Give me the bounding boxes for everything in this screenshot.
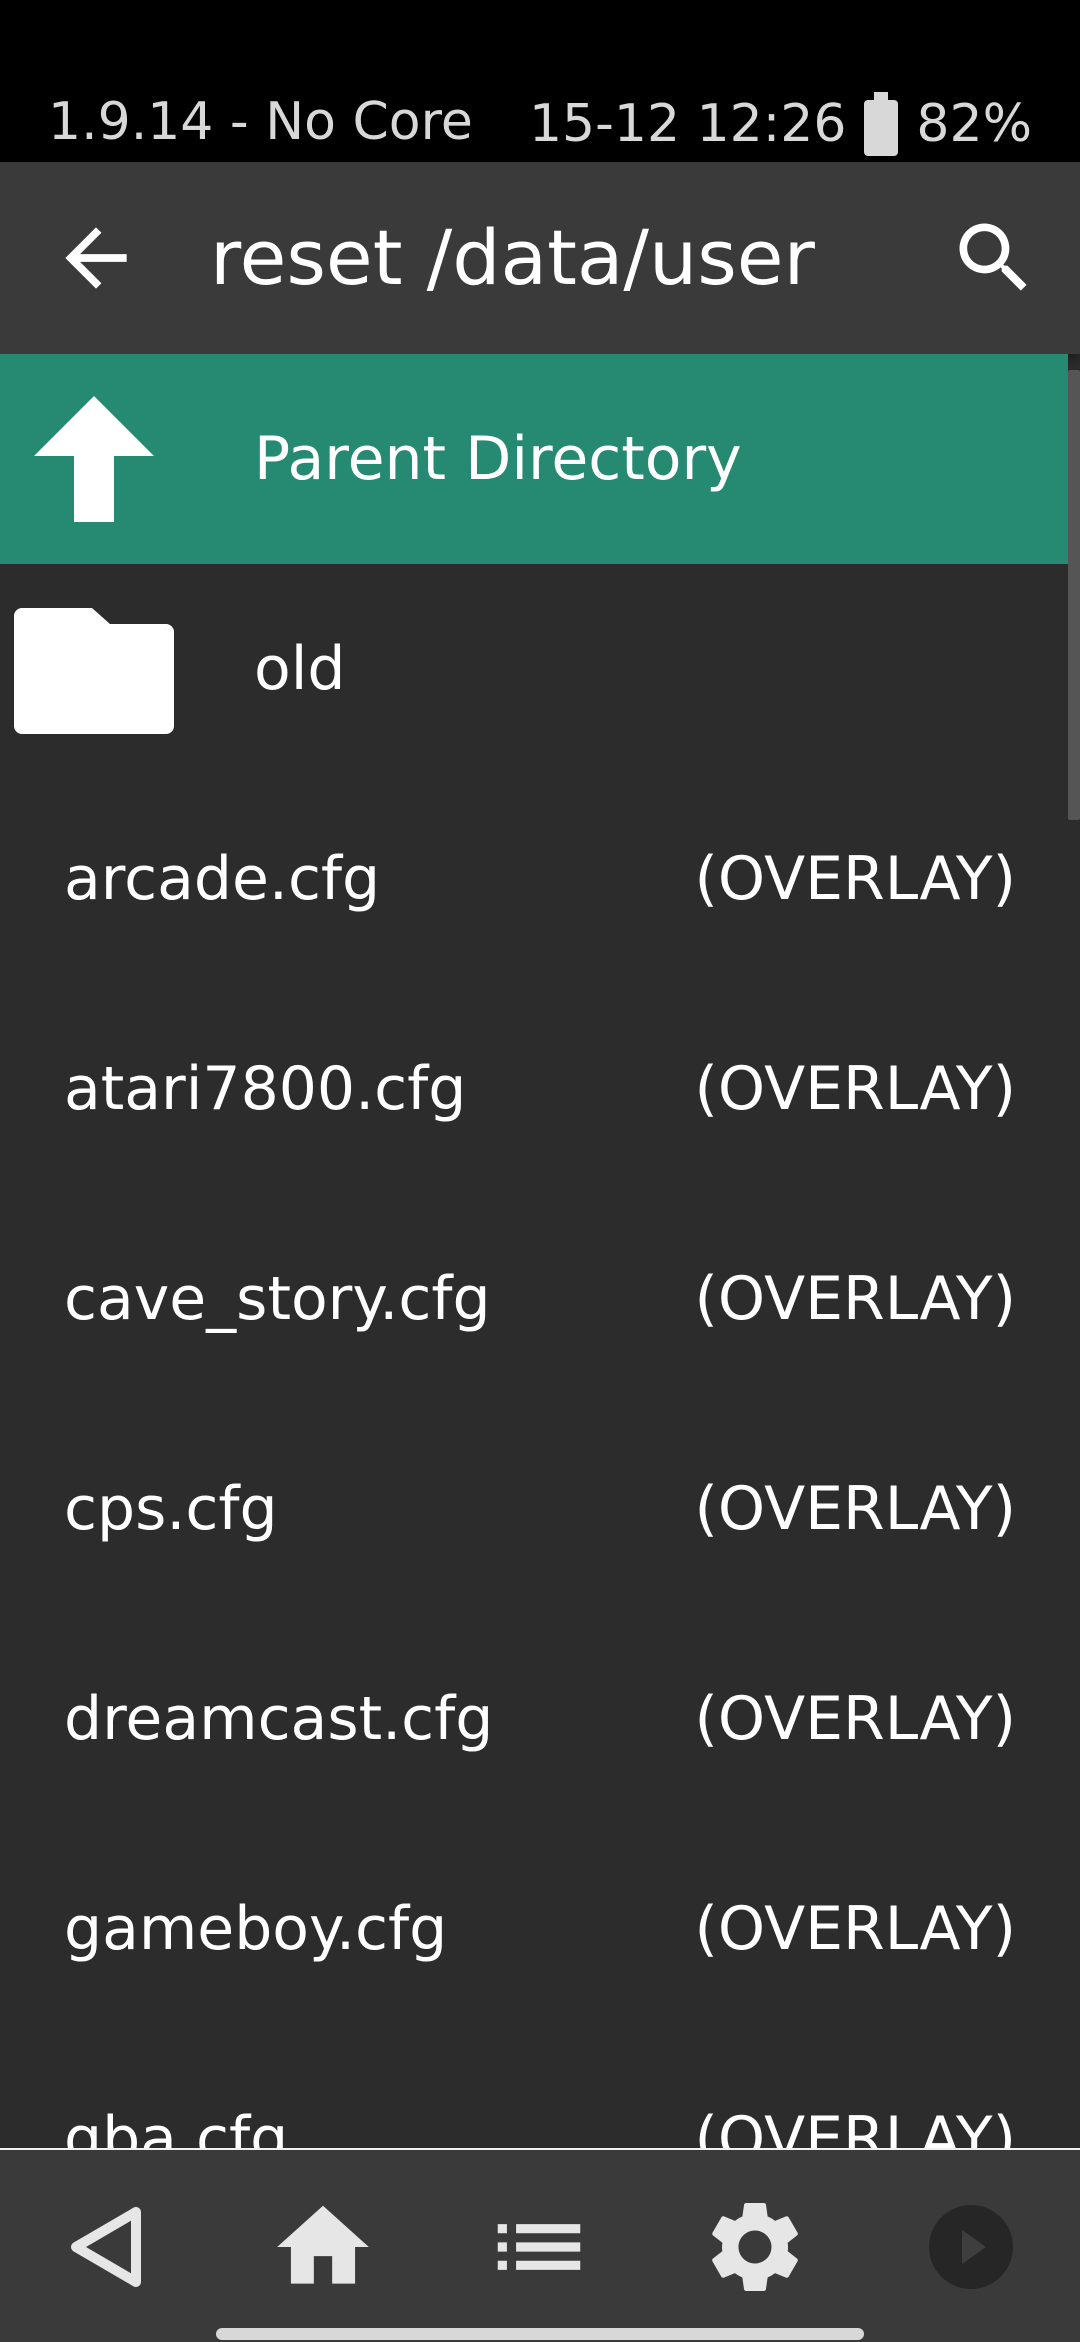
page-title: reset /data/user [210,213,815,302]
file-name: dreamcast.cfg [64,1684,494,1754]
nav-list-button[interactable] [484,2192,594,2302]
file-type: (OVERLAY) [694,1684,1016,1754]
folder-label: old [254,634,346,704]
file-type: (OVERLAY) [694,1264,1016,1334]
play-icon [929,2205,1013,2289]
list-item-folder[interactable]: old [0,564,1068,774]
file-type: (OVERLAY) [694,1474,1016,1544]
scrollbar-thumb[interactable] [1068,370,1080,820]
status-right: 15-12 12:26 82% [529,92,1032,156]
file-name: arcade.cfg [64,844,381,914]
file-type: (OVERLAY) [694,2104,1016,2148]
battery-icon [864,92,899,156]
header-bar: reset /data/user [0,162,1080,354]
status-version-text: 1.9.14 - No Core [48,92,473,152]
file-name: gameboy.cfg [64,1894,448,1964]
file-name: atari7800.cfg [64,1054,467,1124]
status-datetime: 15-12 12:26 [528,94,847,154]
file-type: (OVERLAY) [694,1894,1016,1964]
file-type: (OVERLAY) [694,1054,1016,1124]
bottom-navigation [0,2148,1080,2342]
back-triangle-icon [71,2207,141,2287]
file-name: cave_story.cfg [64,1264,491,1334]
list-item[interactable]: dreamcast.cfg (OVERLAY) [0,1614,1068,1824]
arrow-left-icon [65,227,127,289]
arrow-up-icon [14,394,174,524]
file-list: Parent Directory old arcade.cfg (OVERLAY… [0,354,1080,2148]
list-item[interactable]: atari7800.cfg (OVERLAY) [0,984,1068,1194]
status-bar: 1.9.14 - No Core 15-12 12:26 82% [0,0,1080,162]
list-item[interactable]: cps.cfg (OVERLAY) [0,1404,1068,1614]
nav-home-button[interactable] [268,2192,378,2302]
file-name: gba.cfg [64,2104,289,2148]
list-icon [497,2224,581,2270]
file-name: cps.cfg [64,1474,278,1544]
settings-gear-icon [712,2203,798,2291]
list-item[interactable]: cave_story.cfg (OVERLAY) [0,1194,1068,1404]
nav-resume-button[interactable] [916,2192,1026,2302]
battery-level: 82% [916,94,1032,154]
list-item[interactable]: arcade.cfg (OVERLAY) [0,774,1068,984]
parent-directory-label: Parent Directory [254,424,742,494]
folder-icon [14,604,174,734]
list-item[interactable]: gameboy.cfg (OVERLAY) [0,1824,1068,2034]
search-icon [959,223,1027,291]
list-item-parent-directory[interactable]: Parent Directory [0,354,1068,564]
search-button[interactable] [948,212,1040,304]
file-type: (OVERLAY) [694,844,1016,914]
home-icon [277,2205,369,2284]
gesture-bar[interactable] [216,2328,864,2340]
nav-back-button[interactable] [52,2192,162,2302]
list-item[interactable]: gba.cfg (OVERLAY) [0,2034,1068,2148]
back-button[interactable] [50,212,142,304]
nav-settings-button[interactable] [700,2192,810,2302]
